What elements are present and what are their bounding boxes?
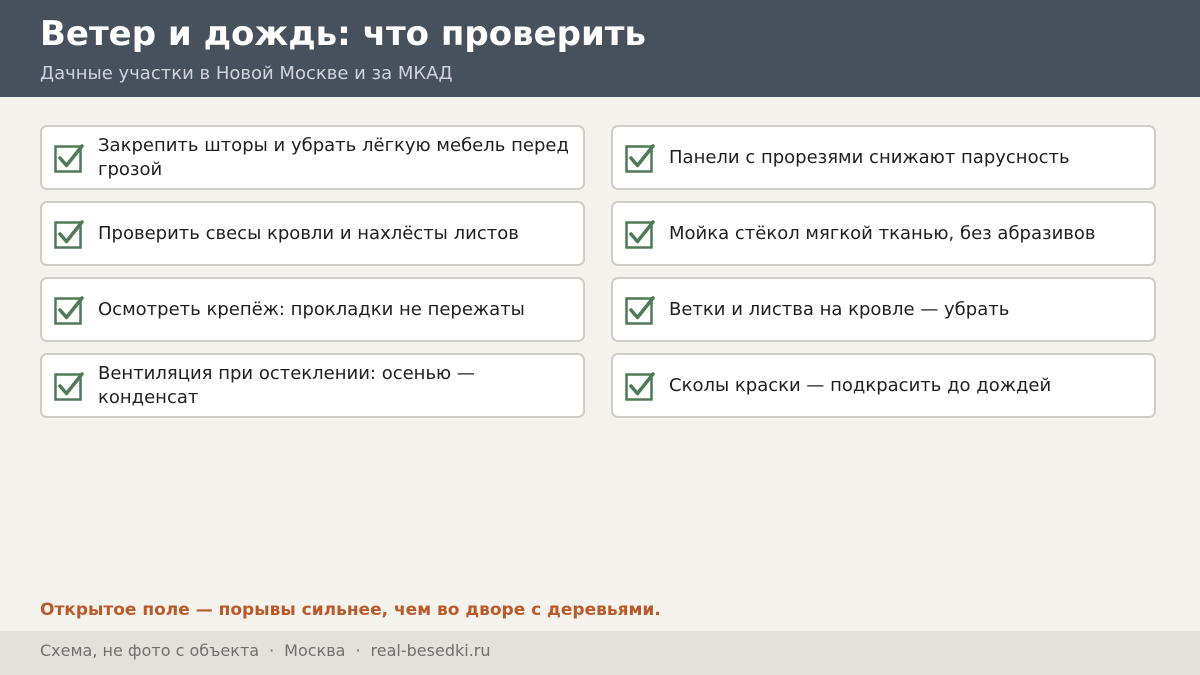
checklist-item: Проверить свесы кровли и нахлёсты листов — [40, 201, 585, 266]
checklist-grid: Закрепить шторы и убрать лёгкую мебель п… — [40, 125, 1156, 418]
checklist-item: Ветки и листва на кровле — убрать — [611, 277, 1156, 342]
checklist-item: Сколы краски — подкрасить до дождей — [611, 353, 1156, 418]
footer-line: Схема, не фото с объекта · Москва · real-bes… — [40, 641, 491, 660]
checkbox-checked-icon — [54, 219, 84, 249]
checklist-item: Панели с прорезями снижают парусность — [611, 125, 1156, 190]
checklist-item-text: Осмотреть крепёж: прокладки не пережаты — [98, 298, 525, 320]
checklist-item: Осмотреть крепёж: прокладки не пережаты — [40, 277, 585, 342]
checklist-item-text: Вентиляция при остеклении: осенью — конд… — [98, 362, 475, 408]
page-title: Ветер и дождь: что проверить — [40, 14, 646, 54]
checklist-item: Закрепить шторы и убрать лёгкую мебель п… — [40, 125, 585, 190]
checkbox-checked-icon — [625, 295, 655, 325]
footer-caption: Схема, не фото с объекта — [40, 641, 260, 660]
checkbox-checked-icon — [625, 219, 655, 249]
checkbox-checked-icon — [54, 295, 84, 325]
header-bar: Ветер и дождь: что проверить Дачные учас… — [0, 0, 1200, 97]
checklist-item-text: Проверить свесы кровли и нахлёсты листов — [98, 222, 519, 244]
checklist-item: Вентиляция при остеклении: осенью — конд… — [40, 353, 585, 418]
checkbox-checked-icon — [54, 143, 84, 173]
footer-separator: · — [269, 641, 275, 660]
checklist-item-text: Мойка стёкол мягкой тканью, без абразиво… — [669, 222, 1096, 244]
warning-note: Открытое поле — порывы сильнее, чем во д… — [40, 600, 661, 620]
checklist-item-text: Сколы краски — подкрасить до дождей — [669, 374, 1052, 396]
checkbox-checked-icon — [54, 371, 84, 401]
footer-separator: · — [355, 641, 361, 660]
checkbox-checked-icon — [625, 143, 655, 173]
footer-site: real-besedki.ru — [370, 641, 491, 660]
checklist-item: Мойка стёкол мягкой тканью, без абразиво… — [611, 201, 1156, 266]
checklist-item-text: Ветки и листва на кровле — убрать — [669, 298, 1010, 320]
page-subtitle: Дачные участки в Новой Москве и за МКАД — [40, 63, 453, 84]
footer-city: Москва — [284, 641, 346, 660]
checklist-item-text: Закрепить шторы и убрать лёгкую мебель п… — [98, 134, 569, 180]
checklist-item-text: Панели с прорезями снижают парусность — [669, 146, 1070, 168]
checkbox-checked-icon — [625, 371, 655, 401]
